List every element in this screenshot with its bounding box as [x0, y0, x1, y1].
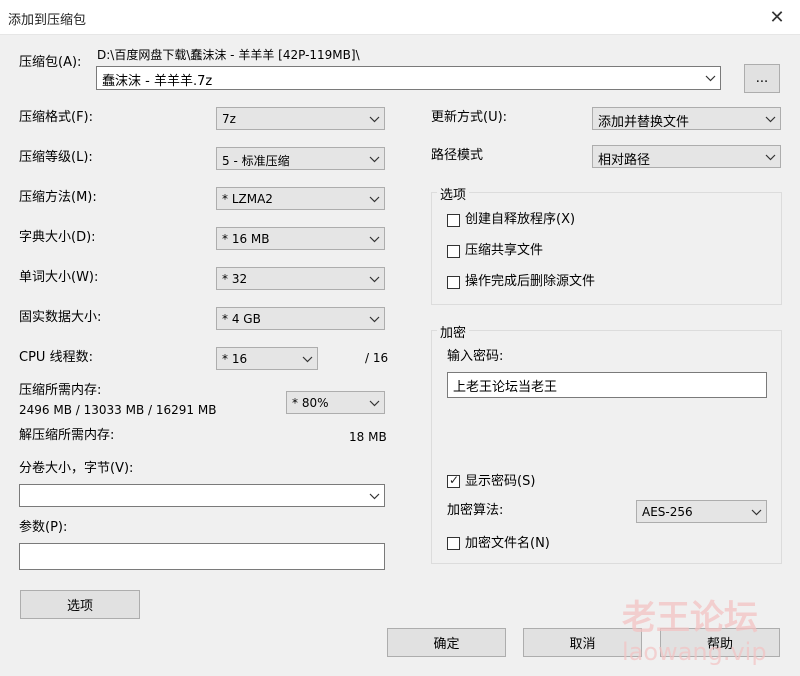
- dict-value: * 16 MB: [222, 232, 270, 246]
- memory-select[interactable]: * 80%: [286, 391, 385, 414]
- volume-label: 分卷大小，字节(V):: [19, 461, 134, 476]
- options-group-title: 选项: [437, 184, 470, 203]
- chevron-down-icon: [705, 75, 716, 82]
- chevron-down-icon: [369, 156, 380, 163]
- delete-after-label: 操作完成后删除源文件: [465, 274, 596, 289]
- params-label: 参数(P):: [19, 520, 68, 535]
- threads-select[interactable]: * 16: [216, 347, 318, 370]
- solid-select[interactable]: * 4 GB: [216, 307, 385, 330]
- ok-button[interactable]: 确定: [387, 628, 506, 657]
- chevron-down-icon: [369, 236, 380, 243]
- delete-after-checkbox[interactable]: [447, 276, 460, 289]
- chevron-down-icon: [765, 116, 776, 123]
- encrypt-names-label: 加密文件名(N): [465, 536, 550, 551]
- encryption-group-title: 加密: [437, 322, 470, 341]
- decomp-value: 18 MB: [349, 430, 387, 444]
- check-icon: ✓: [449, 473, 460, 487]
- chevron-down-icon: [369, 316, 380, 323]
- format-value: 7z: [222, 112, 236, 126]
- solid-label: 固实数据大小:: [19, 310, 102, 325]
- watermark-title: 老王论坛: [622, 598, 758, 638]
- word-label: 单词大小(W):: [19, 270, 99, 285]
- close-button[interactable]: ✕: [760, 2, 794, 32]
- encryption-group: [431, 330, 782, 564]
- update-select[interactable]: 添加并替换文件: [592, 107, 781, 130]
- archive-path: D:\百度网盘下载\蠢沫沫 - 羊羊羊 [42P-119MB]\: [97, 48, 360, 62]
- sfx-checkbox[interactable]: [447, 214, 460, 227]
- volume-combo[interactable]: [19, 484, 385, 507]
- shared-files-checkbox[interactable]: [447, 245, 460, 258]
- chevron-down-icon: [302, 356, 313, 363]
- algo-label: 加密算法:: [447, 503, 504, 518]
- watermark-url: laowang.vip: [622, 638, 767, 666]
- word-select[interactable]: * 32: [216, 267, 385, 290]
- chevron-down-icon: [765, 154, 776, 161]
- archive-name-value: 蠢沫沫 - 羊羊羊.7z: [102, 74, 213, 89]
- method-label: 压缩方法(M):: [19, 190, 97, 205]
- level-value: 5 - 标准压缩: [222, 154, 290, 168]
- method-select[interactable]: * LZMA2: [216, 187, 385, 210]
- method-value: * LZMA2: [222, 192, 273, 206]
- show-password-label: 显示密码(S): [465, 474, 536, 489]
- options-button[interactable]: 选项: [20, 590, 140, 619]
- pathmode-label: 路径模式: [431, 148, 484, 163]
- decomp-label: 解压缩所需内存:: [19, 428, 115, 443]
- archive-label: 压缩包(A):: [19, 55, 82, 70]
- memory-value: * 80%: [292, 396, 329, 410]
- password-value: 上老王论坛当老王: [453, 380, 558, 395]
- chevron-down-icon: [369, 400, 380, 407]
- memory-detail: 2496 MB / 13033 MB / 16291 MB: [19, 403, 217, 417]
- level-label: 压缩等级(L):: [19, 150, 93, 165]
- format-select[interactable]: 7z: [216, 107, 385, 130]
- threads-max: / 16: [365, 351, 389, 365]
- update-label: 更新方式(U):: [431, 110, 508, 125]
- browse-button[interactable]: ...: [744, 64, 780, 93]
- pathmode-select[interactable]: 相对路径: [592, 145, 781, 168]
- encrypt-names-checkbox[interactable]: [447, 537, 460, 550]
- word-value: * 32: [222, 272, 248, 286]
- shared-files-label: 压缩共享文件: [465, 243, 544, 258]
- close-icon: ✕: [769, 6, 785, 28]
- chevron-down-icon: [369, 196, 380, 203]
- solid-value: * 4 GB: [222, 312, 261, 326]
- dict-select[interactable]: * 16 MB: [216, 227, 385, 250]
- ok-label: 确定: [433, 637, 460, 652]
- options-button-label: 选项: [66, 599, 93, 614]
- threads-value: * 16: [222, 352, 248, 366]
- update-value: 添加并替换文件: [598, 115, 690, 130]
- browse-label: ...: [755, 71, 769, 86]
- cancel-label: 取消: [569, 637, 596, 652]
- chevron-down-icon: [369, 276, 380, 283]
- algo-value: AES-256: [642, 505, 693, 519]
- chevron-down-icon: [369, 493, 380, 500]
- password-input[interactable]: 上老王论坛当老王: [447, 372, 767, 398]
- chevron-down-icon: [751, 509, 762, 516]
- window-title: 添加到压缩包: [8, 13, 87, 28]
- show-password-checkbox[interactable]: ✓: [447, 473, 460, 488]
- pathmode-value: 相对路径: [598, 153, 651, 168]
- password-label: 输入密码:: [447, 349, 504, 364]
- level-select[interactable]: 5 - 标准压缩: [216, 147, 385, 170]
- format-label: 压缩格式(F):: [19, 110, 94, 125]
- archive-name-combo[interactable]: 蠢沫沫 - 羊羊羊.7z: [96, 66, 721, 90]
- threads-label: CPU 线程数:: [19, 350, 93, 365]
- title-bar: [0, 0, 800, 35]
- memory-label: 压缩所需内存:: [19, 383, 102, 398]
- params-input[interactable]: [19, 543, 385, 570]
- dict-label: 字典大小(D):: [19, 230, 96, 245]
- chevron-down-icon: [369, 116, 380, 123]
- sfx-label: 创建自释放程序(X): [465, 212, 576, 227]
- algo-select[interactable]: AES-256: [636, 500, 767, 523]
